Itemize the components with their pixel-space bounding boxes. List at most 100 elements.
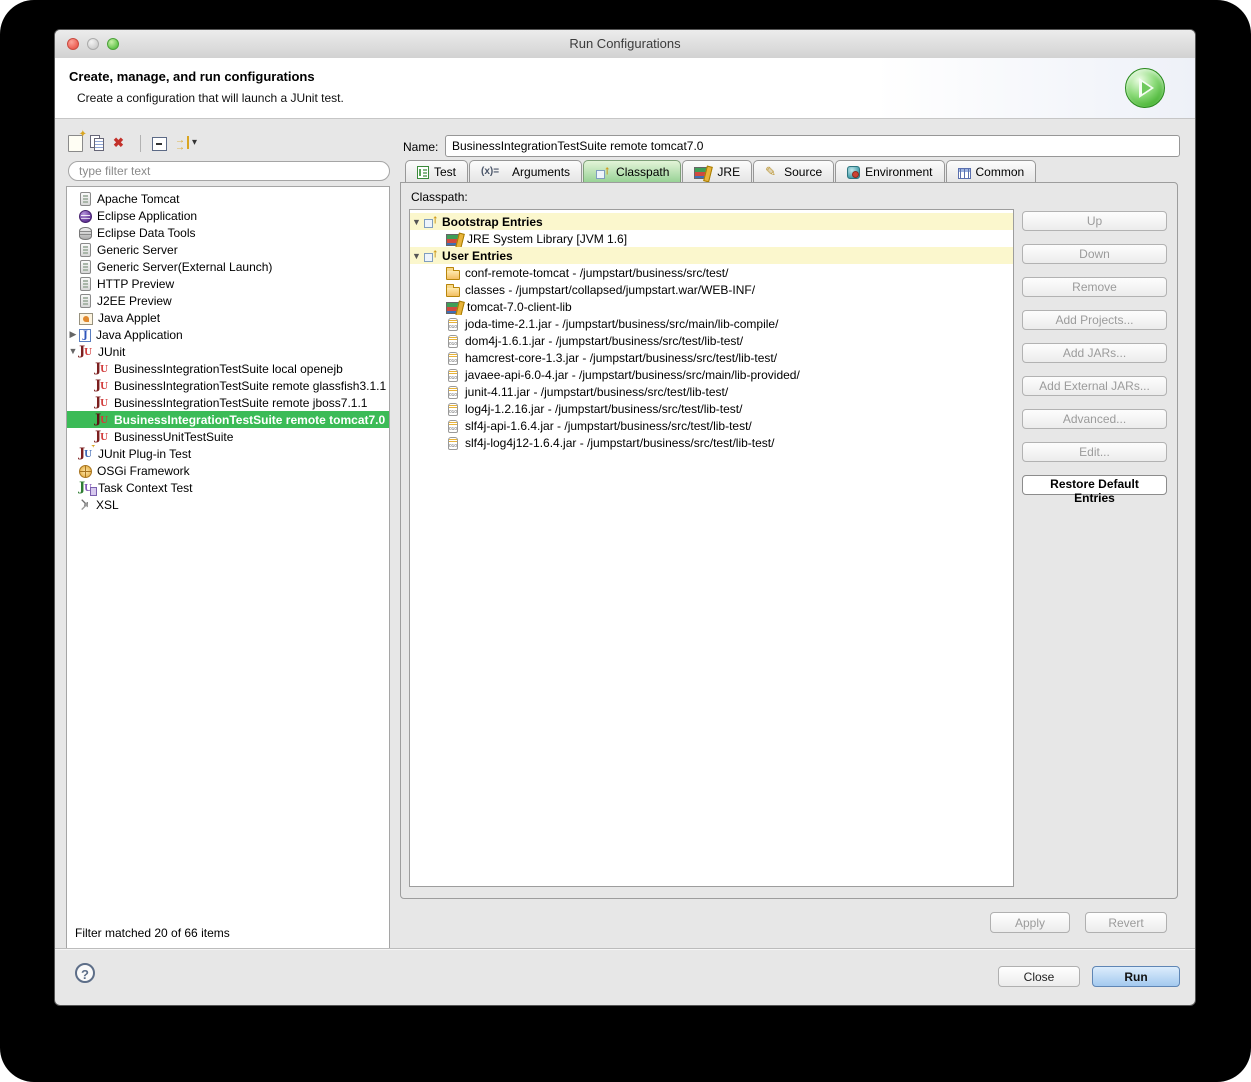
sidebar-item-xsl[interactable]: XSL [67,496,389,513]
sidebar-item-businessintegrationtestsuite-remote-jboss7-1-1[interactable]: BusinessIntegrationTestSuite remote jbos… [67,394,389,411]
server-icon [80,277,91,291]
configurations-toolbar [68,129,390,156]
tab-jre[interactable]: JRE [682,160,753,183]
classpath-entry-slf4j-log4j12-1-6-4-jar[interactable]: slf4j-log4j12-1.6.4.jar - /jumpstart/bus… [410,434,1013,451]
add-external-jars-button[interactable]: Add External JARs... [1022,376,1167,396]
edit-button[interactable]: Edit... [1022,442,1167,462]
jar-icon [448,368,458,382]
down-button[interactable]: Down [1022,244,1167,264]
sidebar-item-http-preview[interactable]: HTTP Preview [67,275,389,292]
item-label: Java Application [96,327,183,342]
header-banner: Create, manage, and run configurations C… [55,58,1195,119]
sidebar-item-task-context-test[interactable]: Task Context Test [67,479,389,496]
applet-icon [79,312,93,325]
collapse-all-button[interactable] [152,135,169,151]
test-icon [417,166,429,179]
run-launch-icon [1125,68,1165,108]
classpath-icon [423,247,439,263]
tab-test[interactable]: Test [405,160,469,183]
item-label: Source [784,165,823,179]
jar-icon [448,317,458,331]
sidebar-item-j2ee-preview[interactable]: J2EE Preview [67,292,389,309]
junit-icon [79,344,95,360]
classpath-entry-slf4j-api-1-6-4-jar[interactable]: slf4j-api-1.6.4.jar - /jumpstart/busines… [410,417,1013,434]
sidebar-item-junit[interactable]: ▼ JUnit [67,343,389,360]
expand-arrow-icon[interactable]: ▶ [67,326,79,343]
sidebar-item-businessintegrationtestsuite-local-openejb[interactable]: BusinessIntegrationTestSuite local opene… [67,360,389,377]
classpath-entry-joda-time-2-1-jar[interactable]: joda-time-2.1.jar - /jumpstart/business/… [410,315,1013,332]
classpath-entry-classes[interactable]: classes - /jumpstart/collapsed/jumpstart… [410,281,1013,298]
restore-default-entries-button[interactable]: Restore Default Entries [1022,475,1167,505]
advanced-button[interactable]: Advanced... [1022,409,1167,429]
classpath-label: Classpath: [411,190,468,204]
zoom-window-button[interactable] [107,38,119,50]
classpath-entry-junit-4-11-jar[interactable]: junit-4.11.jar - /jumpstart/business/src… [410,383,1013,400]
sidebar-item-businessunittestsuite[interactable]: BusinessUnitTestSuite [67,428,389,445]
new-configuration-button[interactable] [68,129,87,152]
delete-configuration-button[interactable] [113,135,129,151]
sidebar-item-osgi-framework[interactable]: OSGi Framework [67,462,389,479]
tab-environment[interactable]: Environment [835,160,945,183]
expand-arrow-icon[interactable]: ▼ [410,217,423,227]
filter-button[interactable] [174,135,208,151]
classpath-entry-javaee-api-6-0-4-jar[interactable]: javaee-api-6.0-4.jar - /jumpstart/busine… [410,366,1013,383]
server-icon [80,243,91,257]
tab-source[interactable]: Source [753,160,835,183]
classpath-entry-user[interactable]: ▼ User Entries [410,247,1013,264]
item-label: Classpath [616,165,670,179]
item-label: BusinessIntegrationTestSuite remote tomc… [114,412,386,427]
title-bar[interactable]: Run Configurations [55,30,1195,59]
close-window-button[interactable] [67,38,79,50]
sidebar-item-eclipse-data-tools[interactable]: Eclipse Data Tools [67,224,389,241]
classpath-entry-jre[interactable]: JRE System Library [JVM 1.6] [410,230,1013,247]
junit-plugin-icon [79,445,97,462]
sidebar-item-apache-tomcat[interactable]: Apache Tomcat [67,190,389,207]
classpath-entry-dom4j-1-6-1-jar[interactable]: dom4j-1.6.1.jar - /jumpstart/business/sr… [410,332,1013,349]
jar-icon [448,419,458,433]
expand-arrow-icon[interactable]: ▼ [410,251,423,261]
help-button[interactable]: ? [75,963,95,983]
item-label: JUnit Plug-in Test [98,446,192,461]
configuration-name-input[interactable] [445,135,1180,157]
classpath-entry-log4j-1-2-16-jar[interactable]: log4j-1.2.16.jar - /jumpstart/business/s… [410,400,1013,417]
apply-button[interactable]: Apply [990,912,1070,933]
classpath-entry-hamcrest-core-1-3-jar[interactable]: hamcrest-core-1.3.jar - /jumpstart/busin… [410,349,1013,366]
close-button[interactable]: Close [998,966,1080,987]
tab-arguments[interactable]: Arguments [469,160,583,183]
classpath-entry-bootstrap[interactable]: ▼ Bootstrap Entries [410,213,1013,230]
item-label: J2EE Preview [97,293,172,308]
sidebar-item-java-applet[interactable]: Java Applet [67,309,389,326]
run-button[interactable]: Run [1092,966,1180,987]
sidebar-item-eclipse-application[interactable]: Eclipse Application [67,207,389,224]
tab-classpath[interactable]: Classpath [583,160,682,183]
add-projects-button[interactable]: Add Projects... [1022,310,1167,330]
sidebar-item-businessintegrationtestsuite-remote-glassfish3-1-1[interactable]: BusinessIntegrationTestSuite remote glas… [67,377,389,394]
sidebar-item-junit-plug-in-test[interactable]: JUnit Plug-in Test [67,445,389,462]
item-label: Eclipse Data Tools [97,225,196,240]
sidebar-item-generic-server[interactable]: Generic Server [67,241,389,258]
remove-button[interactable]: Remove [1022,277,1167,297]
item-label: Task Context Test [98,480,193,495]
junit-icon [95,395,111,411]
duplicate-configuration-button[interactable] [90,135,106,151]
sidebar-item-businessintegrationtestsuite-remote-tomcat7-0[interactable]: BusinessIntegrationTestSuite remote tomc… [67,411,389,428]
item-label: Test [434,165,457,179]
classpath-entry-conf-remote-tomcat[interactable]: conf-remote-tomcat - /jumpstart/business… [410,264,1013,281]
add-jars-button[interactable]: Add JARs... [1022,343,1167,363]
sidebar-item-generic-server-external-launch[interactable]: Generic Server(External Launch) [67,258,389,275]
revert-button[interactable]: Revert [1085,912,1167,933]
folder-icon [446,266,460,280]
library-icon [446,233,460,246]
server-icon [80,192,91,206]
tab-common[interactable]: Common [945,160,1037,183]
up-button[interactable]: Up [1022,211,1167,231]
item-label: tomcat-7.0-client-lib [467,299,572,314]
item-label: OSGi Framework [97,463,190,478]
minimize-window-button[interactable] [87,38,99,50]
expand-arrow-icon[interactable]: ▼ [67,343,79,360]
filter-input[interactable] [68,161,390,181]
item-label: Generic Server(External Launch) [97,259,273,274]
sidebar-item-java-application[interactable]: ▶ Java Application [67,326,389,343]
item-label: slf4j-log4j12-1.6.4.jar - /jumpstart/bus… [465,435,775,450]
classpath-entry-tomcat-7-0-client-lib[interactable]: tomcat-7.0-client-lib [410,298,1013,315]
